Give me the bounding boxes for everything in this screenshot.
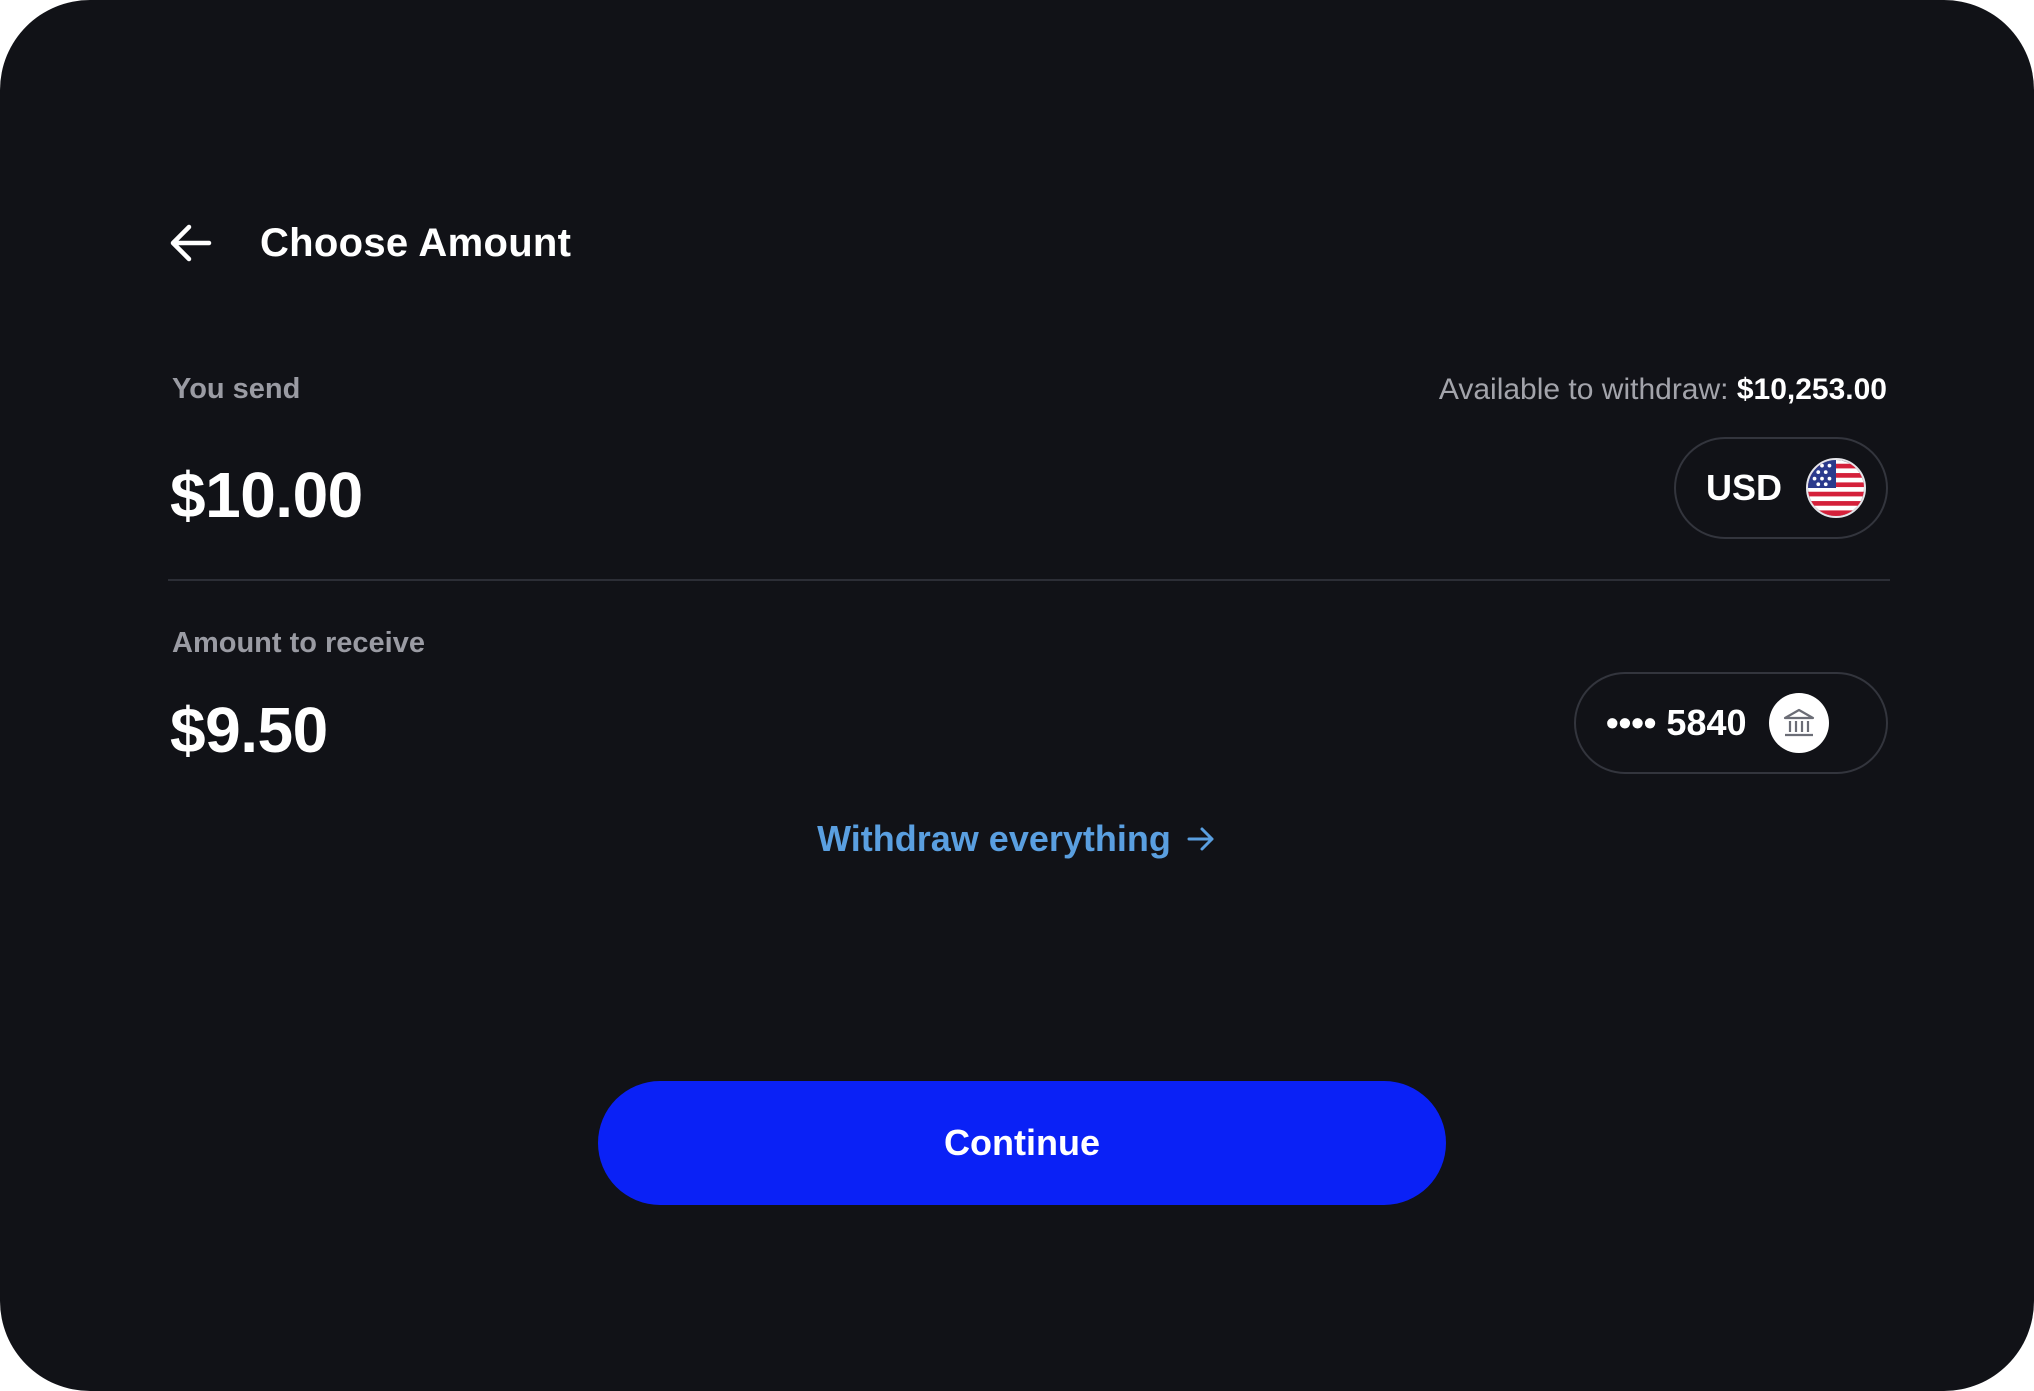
arrow-right-icon bbox=[1185, 823, 1217, 855]
withdraw-card: Choose Amount You send Available to with… bbox=[0, 0, 2034, 1391]
header: Choose Amount bbox=[166, 218, 571, 268]
currency-selector[interactable]: USD bbox=[1674, 437, 1888, 539]
receive-label: Amount to receive bbox=[172, 627, 425, 659]
account-number: •••• 5840 bbox=[1606, 702, 1747, 743]
section-divider bbox=[168, 579, 1890, 581]
send-label: You send bbox=[172, 373, 301, 405]
us-flag-icon bbox=[1806, 458, 1867, 518]
back-button[interactable] bbox=[166, 218, 216, 268]
available-balance: Available to withdraw: $10,253.00 bbox=[1439, 373, 1887, 407]
receive-amount: $9.50 bbox=[170, 694, 328, 766]
available-value: $10,253.00 bbox=[1736, 373, 1887, 406]
send-amount[interactable]: $10.00 bbox=[170, 458, 363, 532]
withdraw-everything-link[interactable]: Withdraw everything bbox=[0, 818, 2034, 860]
continue-button[interactable]: Continue bbox=[598, 1081, 1446, 1205]
available-label: Available to withdraw: bbox=[1438, 373, 1729, 406]
bank-account-selector[interactable]: •••• 5840 bbox=[1574, 672, 1888, 774]
page-title: Choose Amount bbox=[260, 220, 572, 265]
arrow-left-icon bbox=[170, 224, 212, 262]
bank-icon bbox=[1768, 693, 1829, 753]
withdraw-everything-label: Withdraw everything bbox=[817, 818, 1171, 859]
currency-code: USD bbox=[1706, 467, 1783, 508]
